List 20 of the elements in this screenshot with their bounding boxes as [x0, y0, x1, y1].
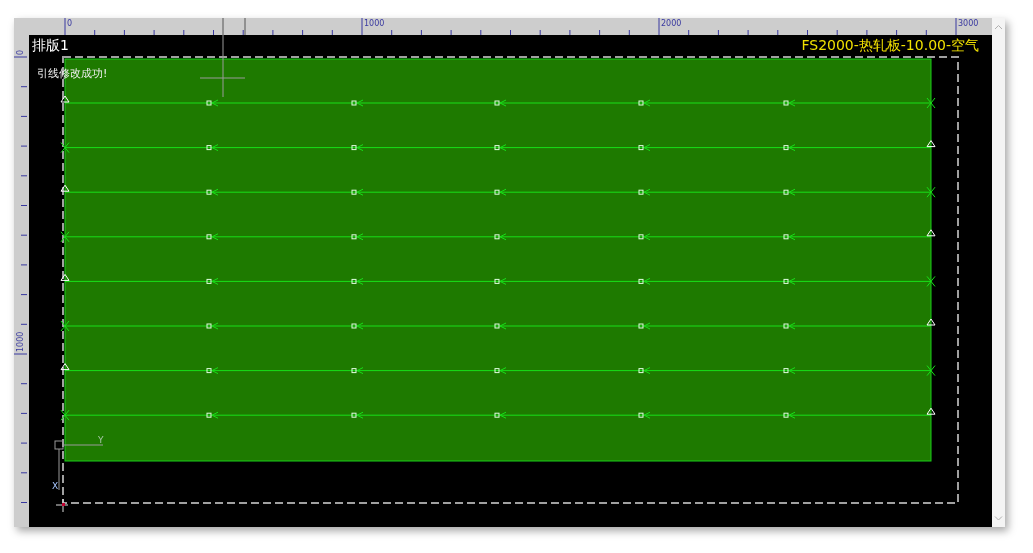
lead-line[interactable]	[60, 95, 936, 109]
scrollbar[interactable]	[992, 18, 1005, 527]
lead-line[interactable]	[60, 184, 936, 198]
lead-line[interactable]	[60, 318, 936, 332]
origin-marker	[55, 498, 69, 513]
vertical-ruler: 0 1000	[14, 35, 29, 527]
scroll-up-icon[interactable]	[992, 22, 1005, 32]
lead-line[interactable]	[60, 273, 936, 287]
axis-label: X	[52, 481, 59, 491]
axis-label: Y	[98, 435, 104, 445]
lead-line[interactable]	[60, 229, 936, 243]
crosshair-cursor	[199, 35, 246, 98]
layout-title: 排版1	[32, 37, 69, 55]
lead-line[interactable]	[60, 140, 936, 154]
scroll-down-icon[interactable]	[992, 513, 1005, 523]
lead-line[interactable]	[60, 363, 936, 377]
material-label: FS2000-热轧板-10.00-空气	[801, 37, 979, 55]
horizontal-ruler: 0 1000 2000 3000	[29, 18, 992, 35]
status-message: 引线修改成功!	[37, 66, 108, 81]
lead-line[interactable]	[60, 407, 936, 421]
